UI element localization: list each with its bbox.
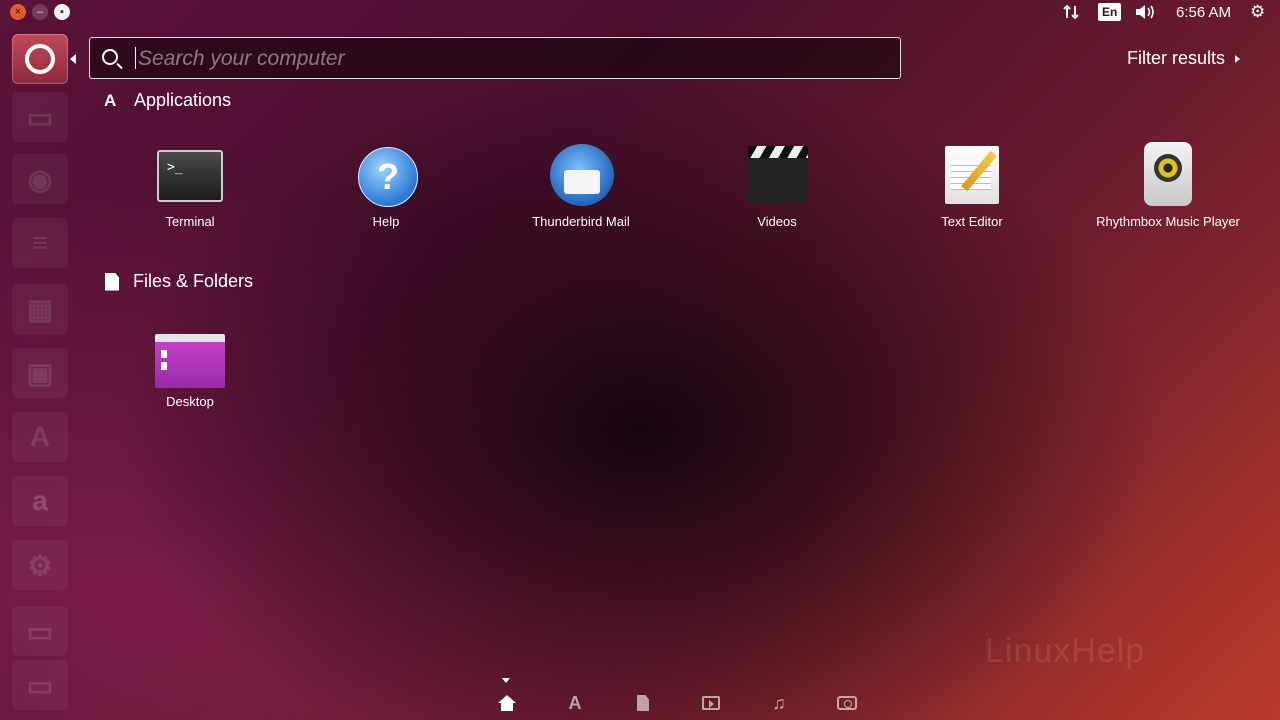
folder-icon	[155, 334, 225, 388]
power-gear-icon[interactable]: ⚙	[1250, 0, 1265, 24]
lens-files-button[interactable]	[632, 692, 654, 714]
chevron-right-icon	[1235, 54, 1241, 63]
clock[interactable]: 6:56 AM	[1176, 0, 1231, 24]
app-tile-videos[interactable]: Videos	[697, 142, 857, 229]
network-transfer-icon[interactable]	[1062, 0, 1082, 24]
launcher-active-arrow-icon	[70, 54, 76, 64]
filter-results-label: Filter results	[1127, 48, 1226, 68]
applications-icon	[102, 91, 120, 111]
lens-music-button[interactable]: ♫	[768, 692, 790, 714]
lens-photos-button[interactable]	[836, 692, 858, 714]
launcher-files-icon[interactable]: ▭	[12, 92, 68, 142]
search-box[interactable]	[89, 37, 901, 79]
watermark-logo: LinuxHelp	[985, 632, 1146, 670]
text-editor-icon	[945, 146, 999, 204]
search-input[interactable]	[136, 42, 880, 76]
app-tile-help[interactable]: ? Help	[306, 142, 466, 229]
launcher-software-center-icon[interactable]: A	[12, 412, 68, 462]
app-tile-terminal[interactable]: Terminal	[110, 142, 270, 229]
files-section-header: Files & Folders	[102, 271, 253, 292]
app-label: Videos	[757, 214, 797, 229]
launcher: ▭ ◉ ≡ ▦ ▣ A a ⚙ ▭ ▭	[0, 24, 76, 720]
terminal-icon	[157, 150, 223, 202]
lens-home-button[interactable]	[496, 692, 518, 714]
volume-icon[interactable]	[1134, 0, 1158, 24]
filter-results-button[interactable]: Filter results	[1127, 48, 1241, 69]
search-icon	[102, 49, 118, 65]
help-icon: ?	[358, 147, 418, 207]
app-label: Help	[372, 214, 400, 229]
launcher-firefox-icon[interactable]: ◉	[12, 154, 68, 204]
file-icon	[105, 272, 119, 291]
applications-section-title: Applications	[134, 90, 232, 110]
ubuntu-dash-button[interactable]	[12, 34, 68, 84]
video-lens-icon	[702, 696, 720, 710]
launcher-writer-icon[interactable]: ≡	[12, 218, 68, 268]
music-lens-icon: ♫	[772, 692, 786, 713]
lens-applications-button[interactable]: A	[564, 692, 586, 714]
files-lens-icon	[637, 695, 649, 711]
app-tile-rhythmbox[interactable]: Rhythmbox Music Player	[1088, 142, 1248, 229]
launcher-terminal-icon[interactable]: ▭	[12, 606, 68, 656]
keyboard-layout-indicator[interactable]: En	[1098, 0, 1122, 24]
top-panel: × – ▪ En 6:56 AM ⚙	[0, 0, 1280, 24]
file-label: Desktop	[166, 394, 214, 409]
window-minimize-button[interactable]: –	[32, 4, 48, 20]
window-close-button[interactable]: ×	[10, 4, 26, 20]
app-tile-text-editor[interactable]: Text Editor	[892, 142, 1052, 229]
ubuntu-logo-icon	[25, 44, 55, 74]
launcher-impress-icon[interactable]: ▣	[12, 348, 68, 398]
app-label: Thunderbird Mail	[532, 214, 630, 229]
text-cursor	[135, 47, 136, 69]
lens-video-button[interactable]	[700, 692, 722, 714]
keyboard-layout-label: En	[1098, 3, 1122, 21]
applications-section-header: Applications	[102, 90, 231, 111]
applications-lens-icon: A	[568, 692, 582, 713]
app-label: Rhythmbox Music Player	[1096, 214, 1240, 229]
launcher-settings-icon[interactable]: ⚙	[12, 540, 68, 590]
app-label: Text Editor	[941, 214, 1003, 229]
app-label: Terminal	[165, 214, 215, 229]
files-section-title: Files & Folders	[133, 271, 254, 291]
launcher-amazon-icon[interactable]: a	[12, 476, 68, 526]
launcher-calc-icon[interactable]: ▦	[12, 284, 68, 334]
window-maximize-button[interactable]: ▪	[54, 4, 70, 20]
app-tile-thunderbird[interactable]: Thunderbird Mail	[501, 142, 661, 229]
home-icon	[498, 695, 516, 711]
thunderbird-icon	[550, 144, 614, 206]
videos-icon	[748, 146, 808, 204]
file-tile-desktop[interactable]: Desktop	[110, 322, 270, 409]
rhythmbox-icon	[1144, 142, 1192, 206]
active-lens-indicator-icon	[502, 678, 510, 683]
camera-lens-icon	[837, 696, 857, 710]
